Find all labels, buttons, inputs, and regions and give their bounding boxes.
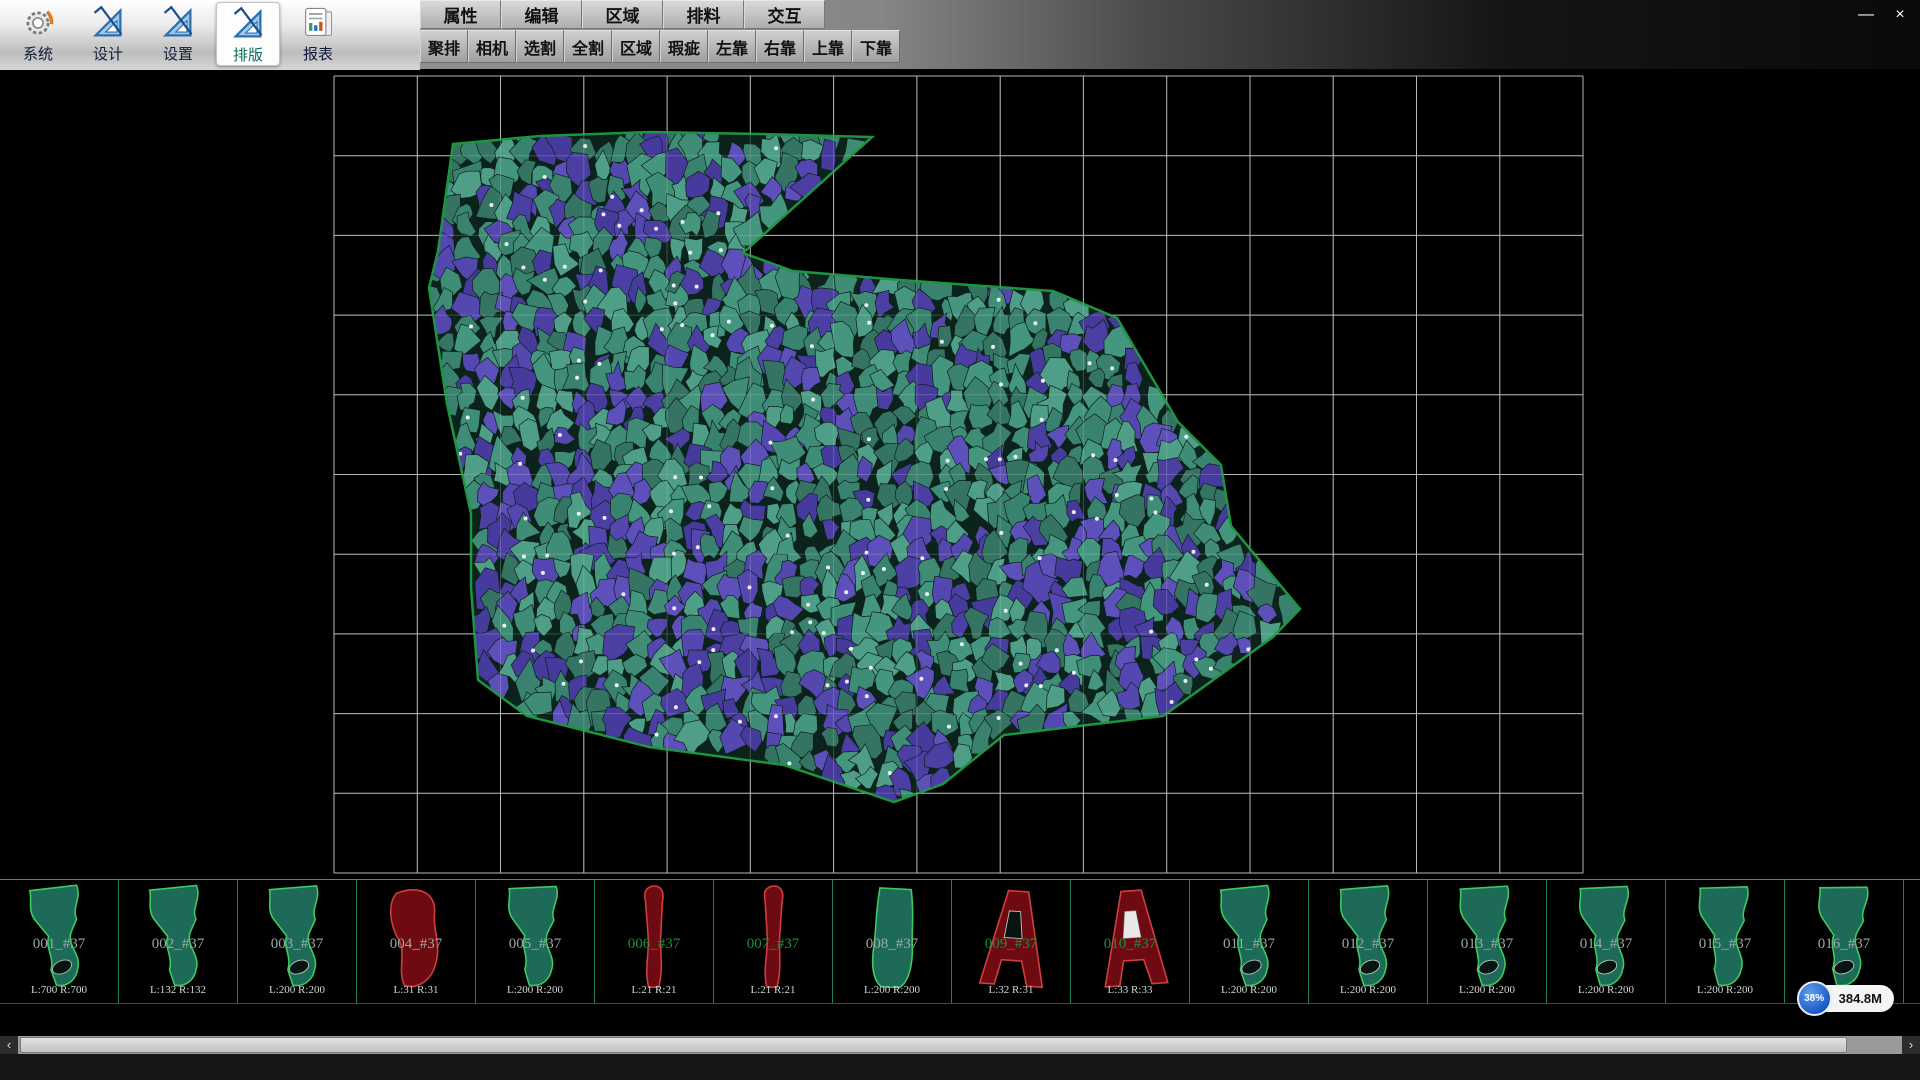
part-count-info: L:700 R:700 — [0, 984, 118, 996]
nesting-canvas[interactable] — [0, 70, 1920, 879]
tool-button-cut-all[interactable]: 全割 — [564, 30, 612, 63]
main-button-design[interactable]: 设计 — [76, 2, 140, 66]
report-icon — [300, 5, 336, 41]
part-cell[interactable]: 009_#37 L:32 R:31 — [952, 880, 1071, 1003]
part-cell[interactable]: 014_#37 L:200 R:200 — [1547, 880, 1666, 1003]
menu-tab-interact[interactable]: 交互 — [744, 0, 825, 29]
bottom-filler — [0, 1054, 1920, 1080]
part-count-info: L:21 R:21 — [714, 984, 832, 996]
tool-button-align-top[interactable]: 上靠 — [804, 30, 852, 63]
part-count-info: L:200 R:200 — [1666, 984, 1784, 996]
part-count-info: L:31 R:31 — [357, 984, 475, 996]
main-button-settings[interactable]: 设置 — [146, 2, 210, 66]
main-button-label: 报表 — [303, 43, 333, 64]
main-button-layout[interactable]: 排版 — [216, 2, 280, 66]
part-name: 015_#37 — [1666, 936, 1784, 953]
part-name: 001_#37 — [0, 936, 118, 953]
part-count-info: L:200 R:200 — [476, 984, 594, 996]
part-name: 010_#37 — [1071, 936, 1189, 953]
top-toolbar: 系统设计设置排版报表 属性编辑区域排料交互 聚排相机选割全割区域瑕疵左靠右靠上靠… — [0, 0, 1920, 70]
nesting-canvas-svg — [0, 70, 1920, 879]
layout-icon — [230, 6, 266, 42]
part-cell[interactable]: 006_#37 L:21 R:21 — [595, 880, 714, 1003]
part-name: 014_#37 — [1547, 936, 1665, 953]
part-cell[interactable]: 005_#37 L:200 R:200 — [476, 880, 595, 1003]
part-cell[interactable]: 002_#37 L:132 R:132 — [119, 880, 238, 1003]
app-window: 系统设计设置排版报表 属性编辑区域排料交互 聚排相机选割全割区域瑕疵左靠右靠上靠… — [0, 0, 1920, 1080]
part-name: 004_#37 — [357, 936, 475, 953]
scroll-left-arrow[interactable]: ‹ — [0, 1036, 18, 1054]
part-cell[interactable]: 010_#37 L:33 R:33 — [1071, 880, 1190, 1003]
tool-button-region[interactable]: 区域 — [612, 30, 660, 63]
tool-button-align-right[interactable]: 右靠 — [756, 30, 804, 63]
part-name: 013_#37 — [1428, 936, 1546, 953]
tool-button-cluster-nest[interactable]: 聚排 — [420, 30, 468, 63]
part-cell[interactable]: 013_#37 L:200 R:200 — [1428, 880, 1547, 1003]
part-count-info: L:132 R:132 — [119, 984, 237, 996]
part-cell[interactable]: 008_#37 L:200 R:200 — [833, 880, 952, 1003]
settings-icon — [160, 5, 196, 41]
system-icon — [20, 5, 56, 41]
menu-tab-row: 属性编辑区域排料交互 — [420, 0, 900, 29]
part-name: 003_#37 — [238, 936, 356, 953]
part-name: 011_#37 — [1190, 936, 1308, 953]
part-name: 012_#37 — [1309, 936, 1427, 953]
part-count-info: L:21 R:21 — [595, 984, 713, 996]
menu-area: 属性编辑区域排料交互 聚排相机选割全割区域瑕疵左靠右靠上靠下靠 — [420, 0, 900, 70]
part-count-info: L:200 R:200 — [1190, 984, 1308, 996]
part-cell[interactable]: 011_#37 L:200 R:200 — [1190, 880, 1309, 1003]
part-name: 016_#37 — [1785, 936, 1903, 953]
part-count-info: L:32 R:31 — [952, 984, 1070, 996]
window-controls: — × — [1854, 5, 1912, 25]
main-button-system[interactable]: 系统 — [6, 2, 70, 66]
main-button-label: 系统 — [23, 43, 53, 64]
main-button-label: 排版 — [233, 44, 263, 65]
parts-strip: 001_#37L:700 R:700002_#37L:132 R:132003_… — [0, 879, 1920, 1004]
menu-tab-edit[interactable]: 编辑 — [501, 0, 582, 29]
part-name: 002_#37 — [119, 936, 237, 953]
part-cell[interactable]: 007_#37 L:21 R:21 — [714, 880, 833, 1003]
design-icon — [90, 5, 126, 41]
part-cell[interactable]: 003_#37 L:200 R:200 — [238, 880, 357, 1003]
part-count-info: L:200 R:200 — [1547, 984, 1665, 996]
part-cell[interactable]: 012_#37 L:200 R:200 — [1309, 880, 1428, 1003]
memory-pill: 38% 384.8M — [1813, 985, 1894, 1012]
menu-tab-nesting[interactable]: 排料 — [663, 0, 744, 29]
tool-button-select-cut[interactable]: 选割 — [516, 30, 564, 63]
part-count-info: L:200 R:200 — [1428, 984, 1546, 996]
scrollbar-track[interactable] — [18, 1036, 1902, 1054]
part-name: 006_#37 — [595, 936, 713, 953]
memory-value: 384.8M — [1839, 991, 1882, 1006]
close-button[interactable]: × — [1888, 5, 1912, 25]
part-name: 005_#37 — [476, 936, 594, 953]
menu-tab-region[interactable]: 区域 — [582, 0, 663, 29]
progress-badge: 38% — [1797, 981, 1832, 1016]
horizontal-scrollbar: ‹ › — [0, 1036, 1920, 1054]
part-count-info: L:200 R:200 — [833, 984, 951, 996]
menu-tab-attributes[interactable]: 属性 — [420, 0, 501, 29]
tool-button-align-bottom[interactable]: 下靠 — [852, 30, 900, 63]
main-button-label: 设计 — [93, 43, 123, 64]
main-button-report[interactable]: 报表 — [286, 2, 350, 66]
part-name: 009_#37 — [952, 936, 1070, 953]
part-count-info: L:200 R:200 — [1309, 984, 1427, 996]
main-button-group: 系统 设计 设置 排版 报表 — [6, 2, 356, 68]
part-count-info: L:200 R:200 — [238, 984, 356, 996]
part-cell[interactable]: 015_#37 L:200 R:200 — [1666, 880, 1785, 1003]
part-name: 008_#37 — [833, 936, 951, 953]
part-count-info: L:33 R:33 — [1071, 984, 1189, 996]
part-cell[interactable]: 001_#37 L:700 R:700 — [0, 880, 119, 1003]
tool-button-defect[interactable]: 瑕疵 — [660, 30, 708, 63]
tool-button-align-left[interactable]: 左靠 — [708, 30, 756, 63]
status-float: 38% 384.8M — [1813, 985, 1894, 1012]
tool-button-camera[interactable]: 相机 — [468, 30, 516, 63]
scrollbar-thumb[interactable] — [20, 1037, 1847, 1053]
tool-button-row: 聚排相机选割全割区域瑕疵左靠右靠上靠下靠 — [420, 30, 900, 63]
minimize-button[interactable]: — — [1854, 5, 1878, 25]
part-cell[interactable]: 004_#37 L:31 R:31 — [357, 880, 476, 1003]
scroll-right-arrow[interactable]: › — [1902, 1036, 1920, 1054]
main-button-label: 设置 — [163, 43, 193, 64]
part-name: 007_#37 — [714, 936, 832, 953]
